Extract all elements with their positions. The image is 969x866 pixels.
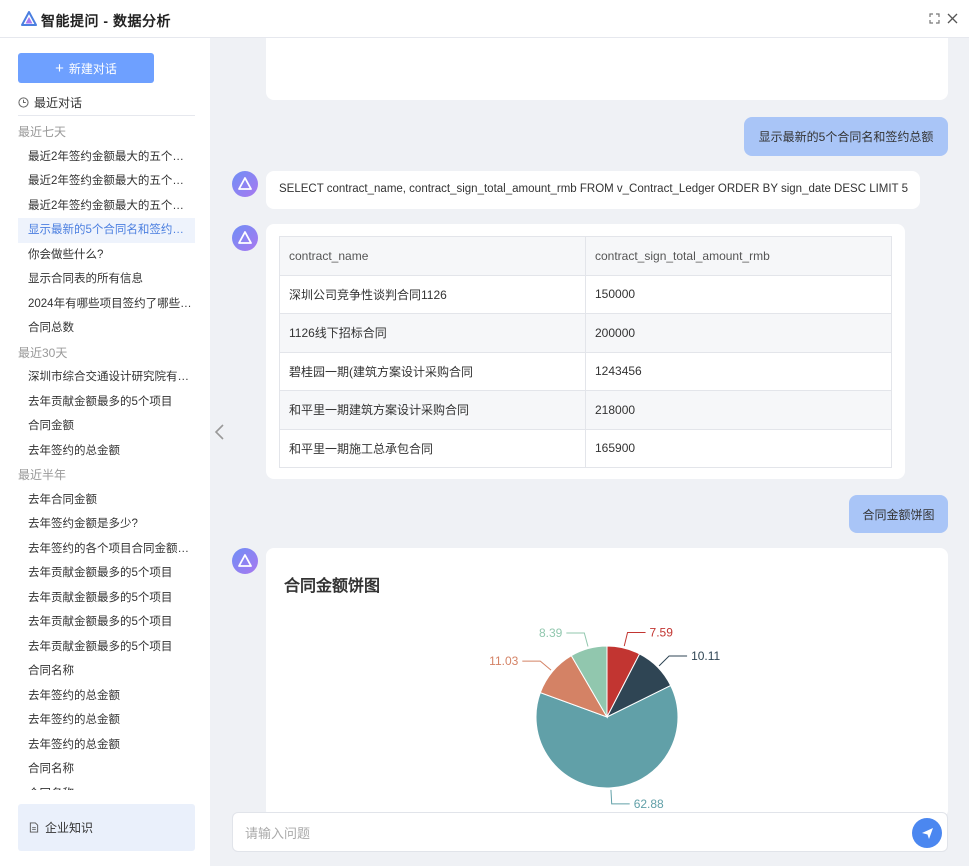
plus-icon: + bbox=[55, 59, 64, 77]
history-item[interactable]: 去年签约的总金额 bbox=[18, 708, 195, 733]
table-row: 1126线下招标合同 200000 bbox=[279, 313, 892, 353]
table-cell: 碧桂园一期(建筑方案设计采购合同 bbox=[279, 351, 586, 391]
pie-label-line bbox=[658, 655, 688, 667]
table-header-row: contract_name contract_sign_total_amount… bbox=[279, 236, 892, 276]
send-icon bbox=[921, 827, 933, 839]
window-title: 智能提问 - 数据分析 bbox=[41, 13, 171, 29]
chat-history-list: 最近七天最近2年签约金额最大的五个合同 最近2年签约金额最大的五个合同 最近2年签约… bbox=[18, 120, 195, 790]
history-item[interactable]: 合同总数 bbox=[18, 316, 195, 341]
history-item[interactable]: 深圳市综合交通设计研究院有限公司 bbox=[18, 365, 195, 390]
history-item[interactable]: 合同金额 bbox=[18, 414, 195, 439]
table-row: 深圳公司竞争性谈判合同1126 150000 bbox=[279, 274, 892, 314]
pie-data-label: 10.11 bbox=[691, 649, 720, 663]
table-cell: 和平里一期建筑方案设计采购合同 bbox=[279, 390, 586, 430]
pie-data-label: 7.59 bbox=[650, 625, 674, 639]
history-group-label: 最近七天 bbox=[18, 125, 67, 139]
history-item[interactable]: 去年合同金额 bbox=[18, 488, 195, 513]
table-header-cell: contract_sign_total_amount_rmb bbox=[585, 236, 892, 276]
recent-chats-label: 最近对话 bbox=[34, 96, 83, 110]
sidebar: + 新建对话 最近对话 最近七天最近2年签约金额最大的五个合同 最近2年签约金额最… bbox=[0, 38, 210, 866]
table-header-cell: contract_name bbox=[279, 236, 586, 276]
assistant-logo-icon bbox=[238, 177, 252, 190]
history-item[interactable]: 去年贡献金额最多的5个项目 bbox=[18, 635, 195, 660]
maximize-icon bbox=[928, 12, 940, 24]
pie-data-label: 62.88 bbox=[634, 797, 664, 811]
table-row: 和平里一期施工总承包合同 165900 bbox=[279, 428, 892, 468]
chat-area: 显示最新的5个合同名和签约总额 SELECT contract_name, co… bbox=[210, 38, 969, 866]
document-icon bbox=[29, 822, 39, 833]
user-message-text: 合同金额饼图 bbox=[862, 507, 935, 522]
history-item[interactable]: 显示合同表的所有信息 bbox=[18, 267, 195, 292]
history-group-label: 最近半年 bbox=[18, 468, 67, 482]
assistant-logo-icon bbox=[238, 231, 252, 244]
assistant-avatar bbox=[232, 171, 258, 197]
history-item[interactable]: 去年贡献金额最多的5个项目 bbox=[18, 561, 195, 586]
history-item[interactable]: 显示最新的5个合同名和签约总额 bbox=[18, 218, 195, 243]
table-cell: 深圳公司竞争性谈判合同1126 bbox=[279, 274, 586, 314]
title-bar: 智能提问 - 数据分析 bbox=[0, 0, 969, 38]
history-item[interactable]: 去年签约的总金额 bbox=[18, 439, 195, 464]
table-cell: 1243456 bbox=[585, 351, 892, 391]
sql-message: SELECT contract_name, contract_sign_tota… bbox=[266, 171, 920, 209]
close-button[interactable] bbox=[944, 10, 960, 26]
new-chat-label: 新建对话 bbox=[68, 61, 117, 76]
history-item[interactable]: 合同名称 bbox=[18, 782, 195, 791]
clock-icon bbox=[18, 97, 29, 108]
history-item[interactable]: 合同名称 bbox=[18, 757, 195, 782]
send-button[interactable] bbox=[912, 818, 942, 848]
brand-logo-icon bbox=[21, 11, 37, 26]
table-row: 和平里一期建筑方案设计采购合同 218000 bbox=[279, 390, 892, 430]
pie-data-label: 8.39 bbox=[539, 626, 563, 640]
question-input[interactable] bbox=[245, 823, 885, 843]
previous-message-card bbox=[266, 38, 948, 100]
pie-label-line bbox=[566, 632, 589, 647]
user-message-text: 显示最新的5个合同名和签约总额 bbox=[758, 130, 934, 144]
table-cell: 和平里一期施工总承包合同 bbox=[279, 428, 586, 468]
pie-label-line bbox=[522, 660, 552, 671]
table-cell: 200000 bbox=[585, 313, 892, 353]
assistant-avatar bbox=[232, 225, 258, 251]
history-item[interactable]: 去年贡献金额最多的5个项目 bbox=[18, 390, 195, 415]
close-icon bbox=[947, 13, 957, 23]
history-item[interactable]: 去年签约的总金额 bbox=[18, 733, 195, 758]
history-item[interactable]: 去年签约的总金额 bbox=[18, 684, 195, 709]
table-cell: 165900 bbox=[585, 428, 892, 468]
history-item[interactable]: 去年签约的各个项目合同金额是多少 bbox=[18, 537, 195, 562]
history-item[interactable]: 你会做些什么? bbox=[18, 243, 195, 268]
result-table-card: contract_name contract_sign_total_amount… bbox=[266, 224, 905, 479]
history-item[interactable]: 合同名称 bbox=[18, 659, 195, 684]
new-chat-button[interactable]: + 新建对话 bbox=[18, 53, 154, 83]
history-item[interactable]: 去年贡献金额最多的5个项目 bbox=[18, 610, 195, 635]
result-table: contract_name contract_sign_total_amount… bbox=[279, 236, 892, 468]
history-item[interactable]: 去年贡献金额最多的5个项目 bbox=[18, 586, 195, 611]
history-item[interactable]: 最近2年签约金额最大的五个合同 bbox=[18, 194, 195, 219]
pie-label-line bbox=[623, 631, 646, 647]
pie-data-label: 11.03 bbox=[489, 654, 518, 668]
table-cell: 1126线下招标合同 bbox=[279, 313, 586, 353]
pie-label-line bbox=[610, 789, 630, 805]
table-cell: 218000 bbox=[585, 390, 892, 430]
user-message: 显示最新的5个合同名和签约总额 bbox=[744, 117, 948, 156]
recent-chats-header: 最近对话 bbox=[18, 94, 195, 116]
history-item[interactable]: 最近2年签约金额最大的五个合同 bbox=[18, 169, 195, 194]
history-item[interactable]: 2024年有哪些项目签约了哪些合同 bbox=[18, 292, 195, 317]
collapse-sidebar-icon[interactable] bbox=[213, 423, 227, 441]
history-group-label: 最近30天 bbox=[18, 345, 68, 360]
user-message: 合同金额饼图 bbox=[849, 495, 948, 533]
question-input-bar bbox=[232, 812, 948, 852]
table-cell: 150000 bbox=[585, 274, 892, 314]
assistant-logo-icon bbox=[238, 554, 252, 567]
enterprise-knowledge-label: 企业知识 bbox=[45, 821, 94, 835]
pie-chart-card: 合同金额饼图 7.59 10.11 62.88 11.03 8.39 bbox=[266, 548, 948, 818]
maximize-button[interactable] bbox=[926, 10, 942, 26]
history-item[interactable]: 最近2年签约金额最大的五个合同 bbox=[18, 145, 195, 170]
assistant-avatar bbox=[232, 548, 258, 574]
table-row: 碧桂园一期(建筑方案设计采购合同 1243456 bbox=[279, 351, 892, 391]
enterprise-knowledge-button[interactable]: 企业知识 bbox=[18, 804, 195, 851]
pie-chart: 7.59 10.11 62.88 11.03 8.39 bbox=[489, 625, 720, 811]
history-item[interactable]: 去年签约金额是多少? bbox=[18, 512, 195, 537]
